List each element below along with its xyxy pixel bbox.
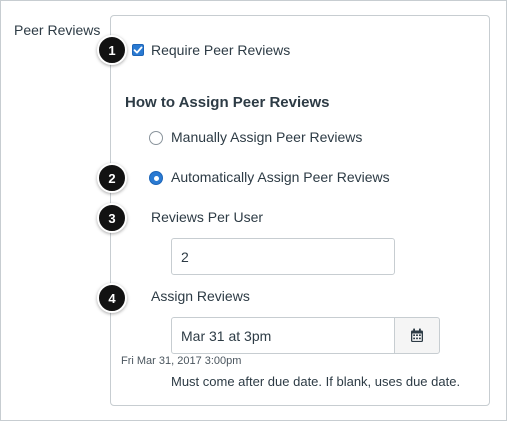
step-badge-1: 1 (97, 35, 127, 65)
assign-reviews-label: Assign Reviews (151, 288, 250, 304)
manual-assign-label[interactable]: Manually Assign Peer Reviews (171, 129, 362, 145)
peer-reviews-settings: Peer Reviews 1 Require Peer Reviews How … (0, 0, 507, 421)
assign-reviews-hint: Must come after due date. If blank, uses… (171, 374, 461, 389)
step-badge-2: 2 (97, 163, 127, 193)
reviews-per-user-input[interactable]: 2 (171, 238, 395, 275)
calendar-button[interactable] (394, 317, 440, 354)
manual-assign-radio[interactable] (149, 131, 163, 145)
section-label: Peer Reviews (14, 22, 101, 38)
assign-reviews-date-value: Mar 31 at 3pm (181, 327, 272, 344)
assign-heading: How to Assign Peer Reviews (125, 94, 330, 111)
reviews-per-user-value: 2 (181, 248, 189, 265)
require-peer-reviews-label[interactable]: Require Peer Reviews (151, 42, 290, 58)
step-badge-3: 3 (97, 203, 127, 233)
automatic-assign-radio[interactable] (149, 171, 163, 185)
check-icon (133, 46, 143, 54)
calendar-icon (411, 328, 423, 342)
require-peer-reviews-checkbox[interactable] (132, 44, 144, 56)
assign-reviews-date-input[interactable]: Mar 31 at 3pm (171, 317, 395, 354)
radio-selected-dot (153, 175, 159, 181)
automatic-assign-label[interactable]: Automatically Assign Peer Reviews (171, 169, 390, 185)
step-badge-4: 4 (97, 283, 127, 313)
formatted-date-text: Fri Mar 31, 2017 3:00pm (121, 355, 242, 367)
reviews-per-user-label: Reviews Per User (151, 209, 264, 225)
